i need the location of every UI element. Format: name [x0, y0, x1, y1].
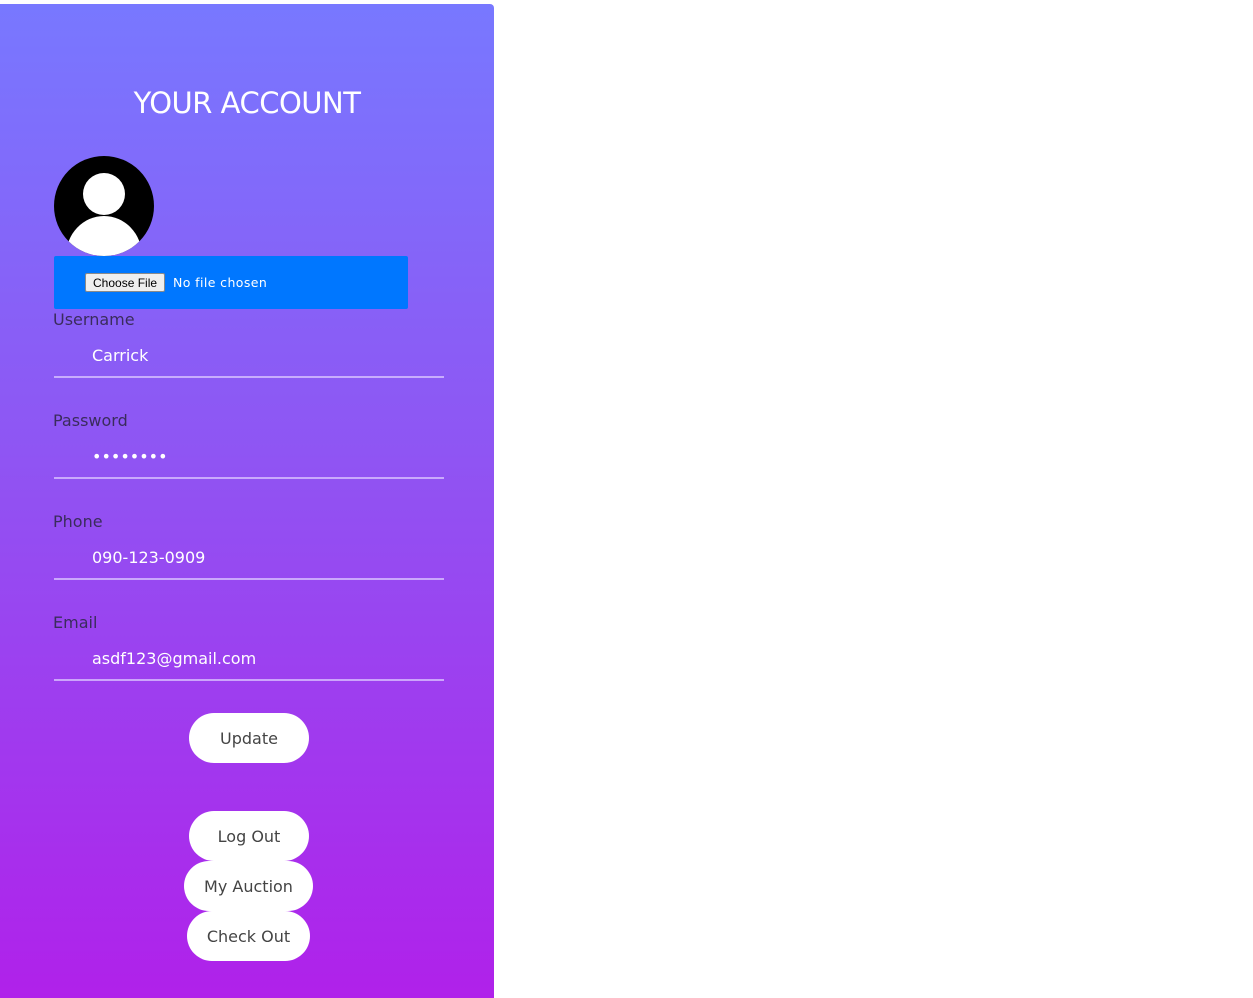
phone-label: Phone: [53, 512, 103, 531]
update-button[interactable]: Update: [189, 713, 309, 763]
password-input[interactable]: [54, 435, 444, 479]
avatar-upload-bar: Choose File No file chosen: [54, 256, 408, 309]
choose-file-button[interactable]: Choose File: [85, 273, 166, 292]
username-label: Username: [53, 310, 135, 329]
email-label: Email: [53, 613, 98, 632]
password-label: Password: [53, 411, 128, 430]
username-input[interactable]: [54, 334, 444, 378]
page-title: YOUR ACCOUNT: [133, 86, 361, 120]
file-status-text: No file chosen: [173, 275, 268, 290]
email-input[interactable]: [54, 637, 444, 681]
my-auction-button[interactable]: My Auction: [184, 861, 313, 911]
account-panel: YOUR ACCOUNT Choose File No file chosen …: [0, 4, 494, 998]
logout-button[interactable]: Log Out: [189, 811, 309, 861]
checkout-button[interactable]: Check Out: [187, 911, 310, 961]
phone-input[interactable]: [54, 536, 444, 580]
user-avatar-icon: [54, 156, 154, 256]
